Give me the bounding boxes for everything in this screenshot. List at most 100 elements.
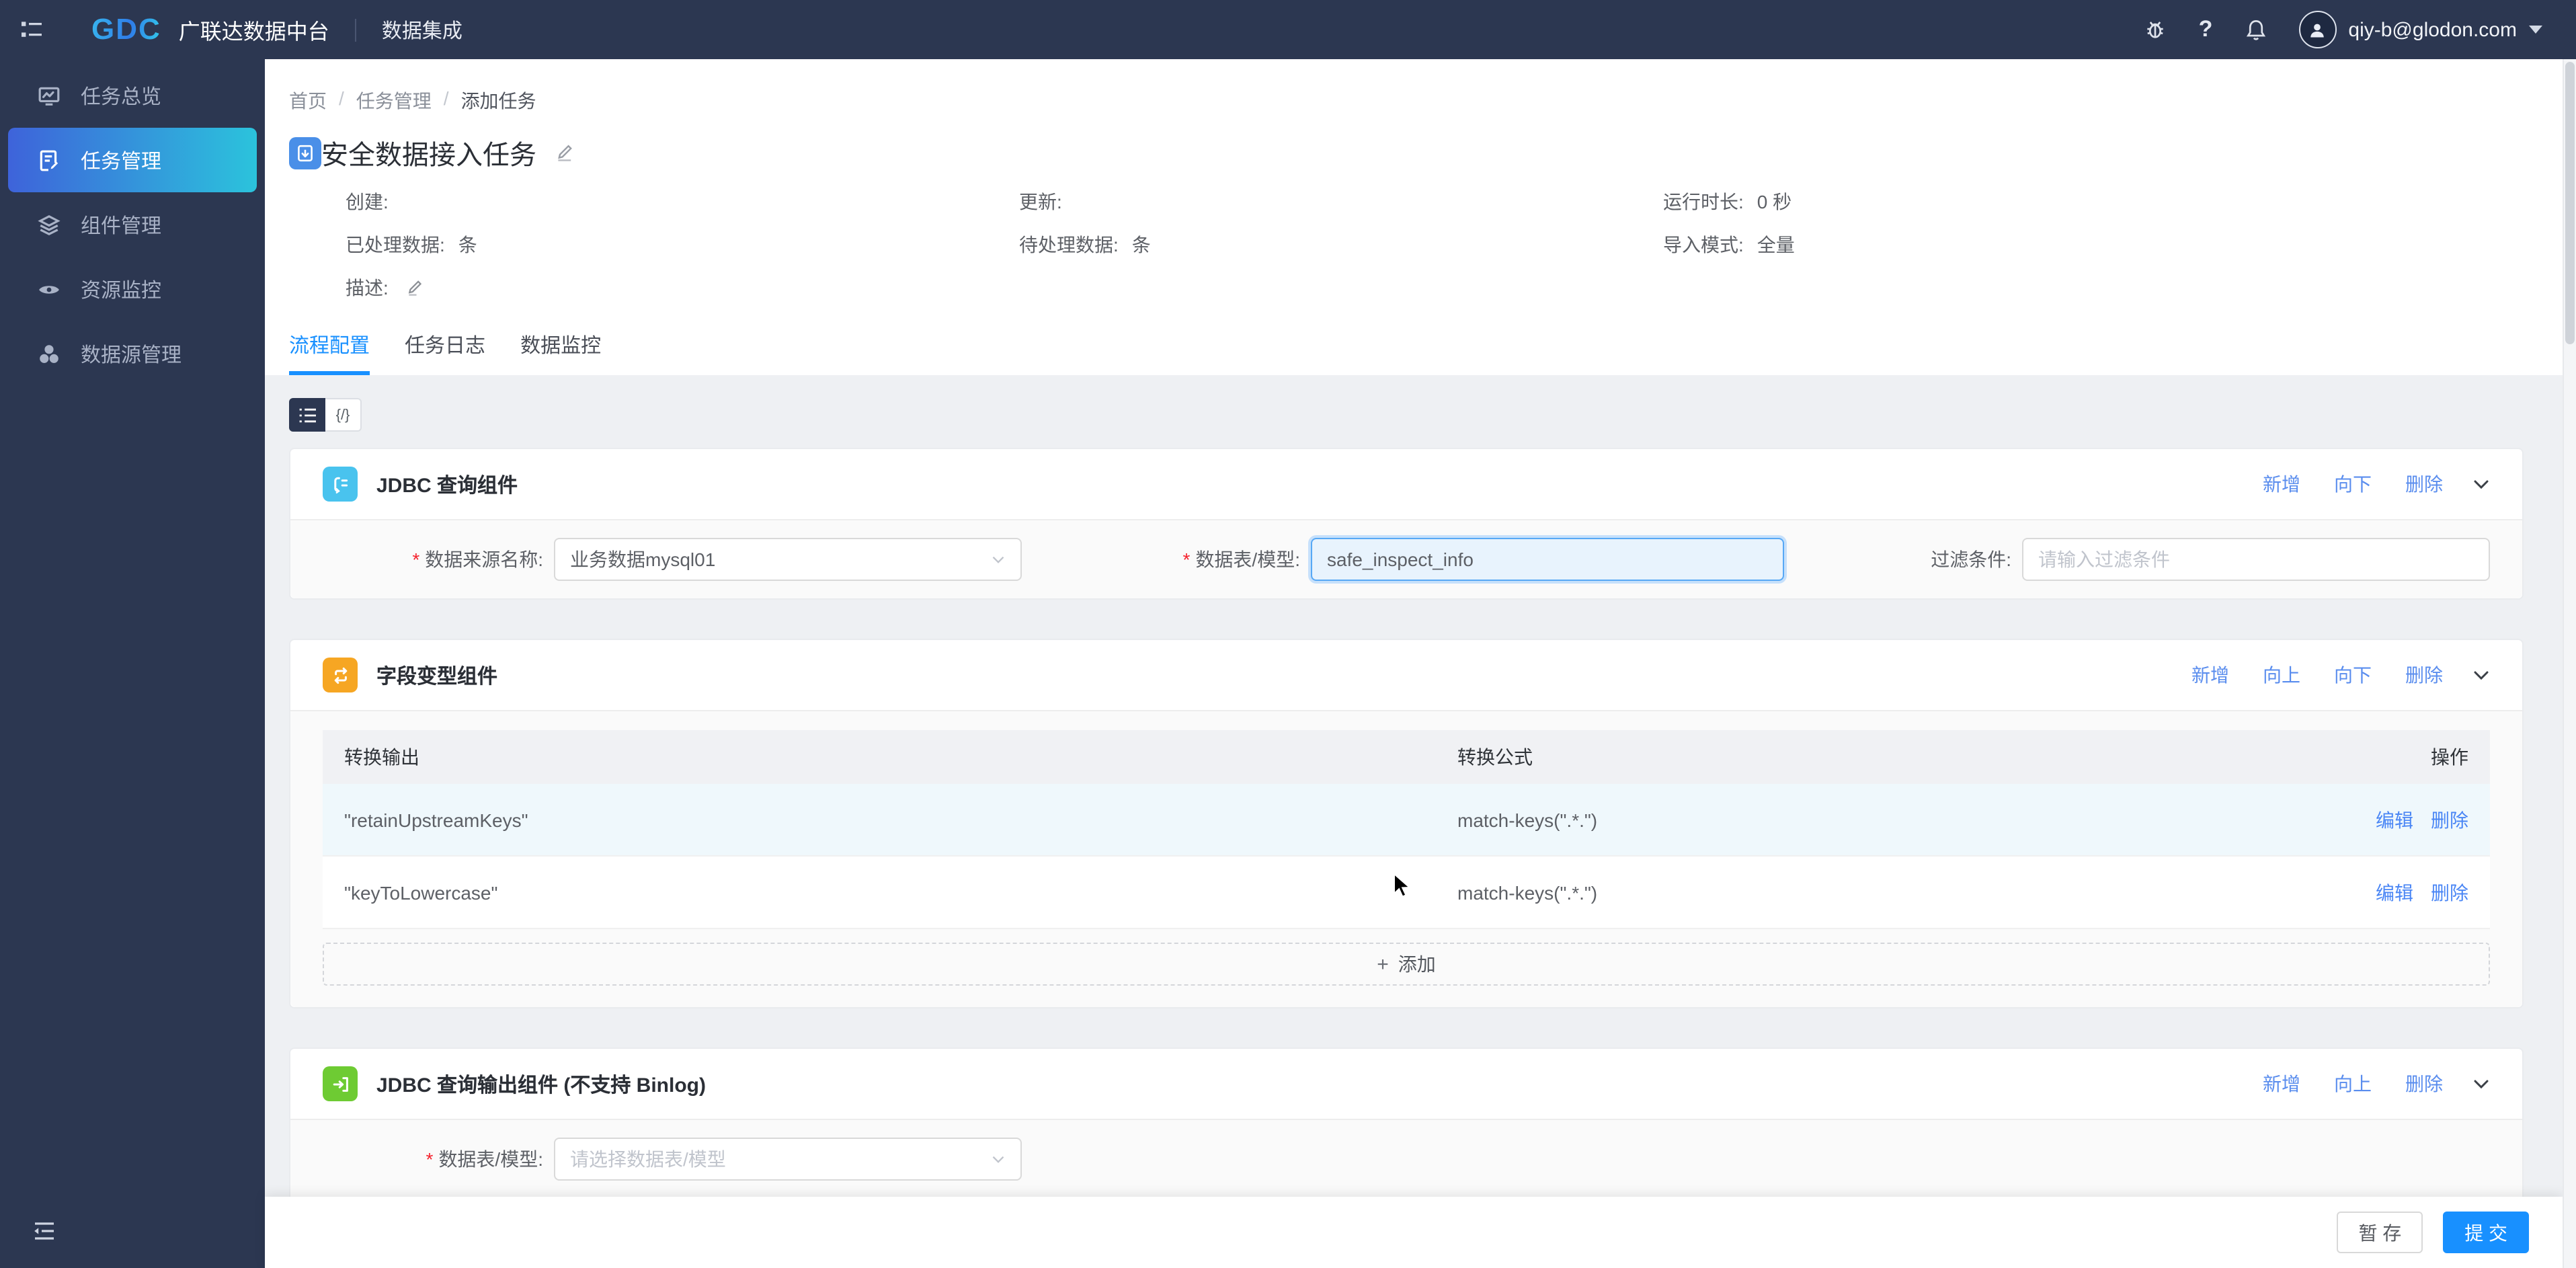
table-model-label: *数据表/模型: <box>1145 546 1300 573</box>
delete-component-button[interactable]: 删除 <box>2405 471 2443 498</box>
add-component-button[interactable]: 新增 <box>2191 662 2229 688</box>
breadcrumb-home[interactable]: 首页 <box>289 87 327 114</box>
task-meta: 创建: 更新: 运行时长: 0 秒 已处理数据: 条 待处理数据: 条 <box>346 188 2509 301</box>
meta-pending-value: 条 <box>1132 231 1151 258</box>
footer-action-bar: 暂 存 提 交 <box>265 1197 2563 1268</box>
move-down-button[interactable]: 向下 <box>2334 662 2372 688</box>
edit-description-icon[interactable] <box>405 278 424 297</box>
tab-flow-config[interactable]: 流程配置 <box>289 331 370 375</box>
sidebar: 任务总览 任务管理 组件管理 资源监控 <box>0 59 265 1268</box>
transform-output-value: "keyToLowercase" <box>323 881 1457 903</box>
page-scrollbar[interactable] <box>2563 59 2576 1268</box>
filter-condition-field: 过滤条件: <box>1931 538 2490 581</box>
sidebar-collapse-icon[interactable] <box>0 19 62 40</box>
flow-config-panel: {/} JDBC 查询组件 新增 向下 删除 <box>265 375 2563 1268</box>
datasource-select[interactable]: 业务数据mysql01 <box>554 538 1022 581</box>
add-component-button[interactable]: 新增 <box>2263 471 2300 498</box>
row-actions: 编辑 删除 <box>2315 879 2490 906</box>
sidebar-item-component-management[interactable]: 组件管理 <box>0 192 265 257</box>
card-actions: 新增 向上 向下 删除 <box>2191 662 2490 688</box>
jdbc-query-card-header: JDBC 查询组件 新增 向下 删除 <box>290 449 2522 519</box>
transform-formula-value: match-keys(".*.") <box>1457 881 2315 903</box>
datasource-name-field: *数据来源名称: 业务数据mysql01 <box>323 538 1022 581</box>
field-transform-card-body: 转换输出 转换公式 操作 "retainUpstreamKeys" match-… <box>290 710 2522 1007</box>
jdbc-query-card: JDBC 查询组件 新增 向下 删除 *数据来源名称: 业务数据mysql01 <box>289 448 2524 600</box>
meta-pending: 待处理数据: 条 <box>1019 231 1663 258</box>
add-transform-row-button[interactable]: + 添加 <box>323 943 2490 986</box>
delete-component-button[interactable]: 删除 <box>2405 1070 2443 1097</box>
breadcrumb-separator: / <box>339 87 344 114</box>
card-actions: 新增 向上 删除 <box>2263 1070 2490 1097</box>
breadcrumb-task-management[interactable]: 任务管理 <box>356 87 432 114</box>
tab-data-monitor[interactable]: 数据监控 <box>520 331 601 375</box>
output-table-model-label: *数据表/模型: <box>323 1146 543 1173</box>
meta-description-label: 描述: <box>346 274 389 301</box>
meta-import-mode-label: 导入模式: <box>1663 231 1744 258</box>
account-caret-icon <box>2529 26 2542 34</box>
col-actions: 操作 <box>2315 744 2490 770</box>
json-view-toggle[interactable]: {/} <box>325 398 362 432</box>
edit-row-button[interactable]: 编辑 <box>2376 806 2413 833</box>
edit-title-icon[interactable] <box>554 143 574 163</box>
meta-import-mode: 导入模式: 全量 <box>1663 231 2509 258</box>
required-mark: * <box>412 549 419 570</box>
sidebar-item-datasource-management[interactable]: 数据源管理 <box>0 321 265 386</box>
move-down-button[interactable]: 向下 <box>2334 471 2372 498</box>
filter-condition-input[interactable] <box>2022 538 2490 581</box>
add-row-label: 添加 <box>1398 951 1436 978</box>
save-draft-button[interactable]: 暂 存 <box>2337 1212 2423 1253</box>
card-title: JDBC 查询输出组件 (不支持 Binlog) <box>376 1070 706 1098</box>
list-view-toggle[interactable] <box>289 398 325 432</box>
table-model-input[interactable] <box>1311 538 1784 581</box>
product-name: 广联达数据中台 <box>179 13 329 46</box>
sidebar-item-task-management[interactable]: 任务管理 <box>8 128 257 192</box>
move-up-button[interactable]: 向上 <box>2334 1070 2372 1097</box>
account-menu[interactable]: qiy-b@glodon.com <box>2298 11 2542 48</box>
breadcrumb: 首页 / 任务管理 / 添加任务 <box>289 87 536 114</box>
meta-runtime: 运行时长: 0 秒 <box>1663 188 2509 215</box>
scrollbar-thumb[interactable] <box>2565 62 2575 344</box>
meta-pending-label: 待处理数据: <box>1019 231 1119 258</box>
sidebar-item-label: 组件管理 <box>81 210 161 239</box>
sidebar-item-resource-monitor[interactable]: 资源监控 <box>0 257 265 321</box>
bug-icon[interactable] <box>2144 17 2168 42</box>
required-mark: * <box>1183 549 1191 570</box>
help-icon[interactable]: ? <box>2199 16 2213 43</box>
transform-output-value: "retainUpstreamKeys" <box>323 809 1457 830</box>
eye-icon <box>38 278 61 301</box>
tab-task-log[interactable]: 任务日志 <box>405 331 485 375</box>
avatar <box>2298 11 2336 48</box>
sidebar-item-task-overview[interactable]: 任务总览 <box>0 63 265 128</box>
table-model-field: *数据表/模型: <box>1145 538 1784 581</box>
notifications-bell-icon[interactable] <box>2243 17 2267 42</box>
breadcrumb-add-task: 添加任务 <box>461 87 536 114</box>
transform-table-header: 转换输出 转换公式 操作 <box>323 730 2490 784</box>
move-up-button[interactable]: 向上 <box>2263 662 2300 688</box>
output-table-model-select[interactable]: 请选择数据表/模型 <box>554 1138 1022 1181</box>
delete-component-button[interactable]: 删除 <box>2405 662 2443 688</box>
delete-row-button[interactable]: 删除 <box>2431 879 2468 906</box>
collapse-chevron-icon[interactable] <box>2472 476 2490 492</box>
sidebar-fold-icon[interactable] <box>32 1221 56 1248</box>
col-transform-output: 转换输出 <box>323 744 1457 770</box>
breadcrumb-separator: / <box>444 87 449 114</box>
card-title: 字段变型组件 <box>376 661 497 689</box>
jdbc-output-icon <box>323 1066 358 1101</box>
collapse-chevron-icon[interactable] <box>2472 1076 2490 1092</box>
card-title: JDBC 查询组件 <box>376 470 518 498</box>
topbar-divider <box>355 18 356 41</box>
add-component-button[interactable]: 新增 <box>2263 1070 2300 1097</box>
module-name: 数据集成 <box>382 15 462 44</box>
meta-description: 描述: <box>346 274 1019 301</box>
user-email: qiy-b@glodon.com <box>2348 18 2517 41</box>
delete-row-button[interactable]: 删除 <box>2431 806 2468 833</box>
submit-button[interactable]: 提 交 <box>2443 1212 2529 1253</box>
datasource-icon <box>38 342 61 365</box>
edit-row-button[interactable]: 编辑 <box>2376 879 2413 906</box>
list-view-icon <box>298 407 317 423</box>
jdbc-query-fields: *数据来源名称: 业务数据mysql01 *数据表/模型: 过滤条件: <box>290 520 2522 598</box>
collapse-chevron-icon[interactable] <box>2472 667 2490 683</box>
field-transform-card: 字段变型组件 新增 向上 向下 删除 转换输出 转换公式 操作 <box>289 639 2524 1008</box>
meta-processed-label: 已处理数据: <box>346 231 445 258</box>
sidebar-item-label: 资源监控 <box>81 275 161 303</box>
